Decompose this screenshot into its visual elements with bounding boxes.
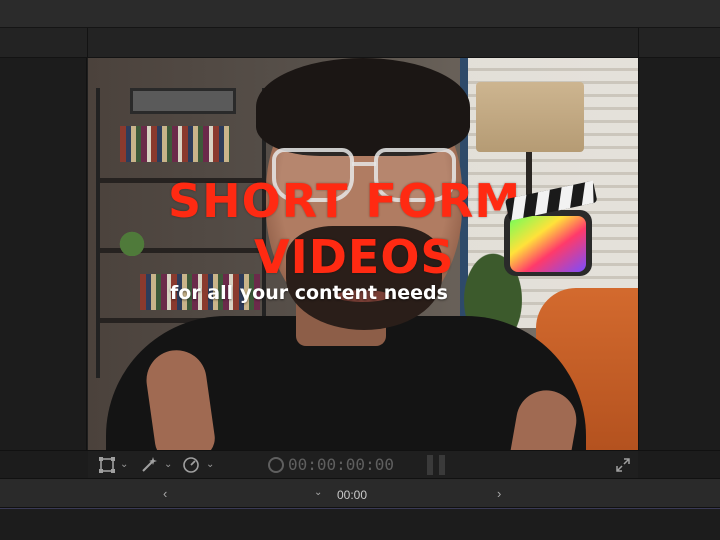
final-cut-pro-logo [504, 180, 597, 276]
timeline-current-time: 00:00 [337, 488, 368, 502]
video-viewer[interactable]: SHORT FORM VIDEOS for all your content n… [88, 58, 638, 450]
speedometer-icon[interactable] [182, 456, 200, 474]
transform-icon[interactable] [98, 456, 116, 474]
viewer-controls: ⌄ ⌄ ⌄ 00:00:00:00 [88, 450, 638, 478]
viewer-header [0, 28, 720, 58]
left-panel [0, 58, 87, 450]
controls-right-spacer [638, 450, 720, 478]
right-panel [638, 58, 720, 450]
top-toolbar [0, 0, 720, 28]
pause-bar [439, 455, 445, 475]
chevron-down-icon[interactable]: ⌄ [314, 487, 322, 498]
chevron-down-icon[interactable]: ⌄ [164, 456, 172, 474]
chevron-left-icon[interactable]: ‹ [163, 486, 167, 501]
divider [638, 28, 639, 58]
chevron-down-icon[interactable]: ⌄ [206, 456, 214, 474]
controls-left-spacer [0, 450, 88, 478]
video-title-line-1: SHORT FORM [168, 174, 522, 228]
timeline-header: ‹ ⌄ 00:00 › [0, 478, 720, 508]
divider [87, 28, 88, 58]
play-icon[interactable] [268, 457, 284, 473]
magic-wand-icon[interactable] [140, 456, 158, 474]
pause-bar [427, 455, 433, 475]
expand-icon[interactable] [616, 456, 630, 474]
chevron-down-icon[interactable]: ⌄ [120, 456, 128, 474]
pause-icon[interactable] [427, 455, 447, 475]
video-subtitle: for all your content needs [170, 282, 448, 304]
video-editor-window: SHORT FORM VIDEOS for all your content n… [0, 0, 720, 540]
chevron-right-icon[interactable]: › [497, 486, 501, 501]
timeline-area [0, 508, 720, 540]
timecode-display: 00:00:00:00 [288, 455, 394, 474]
video-title-line-2: VIDEOS [254, 230, 455, 284]
